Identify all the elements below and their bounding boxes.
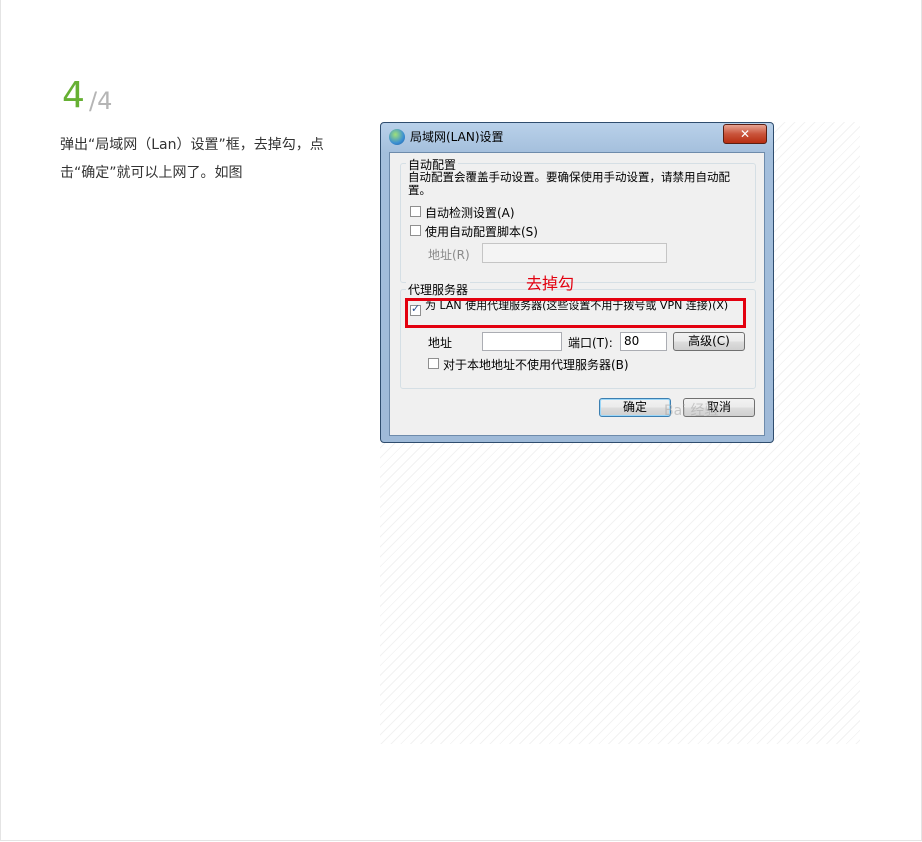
script-address-input[interactable] [482, 243, 667, 263]
use-script-checkbox[interactable] [410, 225, 421, 236]
proxy-address-label: 地址 [428, 336, 453, 350]
auto-detect-label[interactable]: 自动检测设置(A) [425, 204, 515, 221]
annotation-text: 去掉勾 [526, 274, 575, 293]
internet-options-icon [389, 129, 405, 145]
use-script-label[interactable]: 使用自动配置脚本(S) [425, 223, 538, 240]
auto-config-note: 自动配置会覆盖手动设置。要确保使用手动设置，请禁用自动配置。 [408, 170, 730, 197]
proxy-group-label: 代理服务器 [406, 281, 471, 298]
script-address-label: 地址(R) [428, 248, 470, 262]
baidu-watermark: Bai 经验 [664, 403, 719, 419]
dialog-client: 自动配置 自动配置会覆盖手动设置。要确保使用手动设置，请禁用自动配置。 自动检测… [389, 152, 765, 436]
close-button[interactable]: ✕ [723, 124, 767, 144]
highlight-box [405, 298, 746, 328]
proxy-address-input[interactable] [482, 332, 562, 351]
port-label: 端口(T): [568, 336, 613, 350]
port-input[interactable]: 80 [620, 332, 667, 351]
lan-settings-dialog: 局域网(LAN)设置 ✕ 自动配置 自动配置会覆盖手动设置。要确保使用手动设置，… [380, 122, 774, 443]
dialog-title: 局域网(LAN)设置 [410, 130, 504, 144]
bypass-local-label[interactable]: 对于本地地址不使用代理服务器(B) [443, 356, 629, 373]
advanced-button[interactable]: 高级(C) [673, 332, 745, 351]
step-number: 4 [62, 75, 85, 116]
step-total: /4 [89, 87, 113, 115]
ok-button[interactable]: 确定 [599, 398, 671, 417]
auto-detect-checkbox[interactable] [410, 206, 421, 217]
step-description: 弹出“局域网（Lan）设置”框，去掉勾，点击“确定”就可以上网了。如图 [60, 137, 324, 181]
bypass-local-checkbox[interactable] [428, 358, 439, 369]
